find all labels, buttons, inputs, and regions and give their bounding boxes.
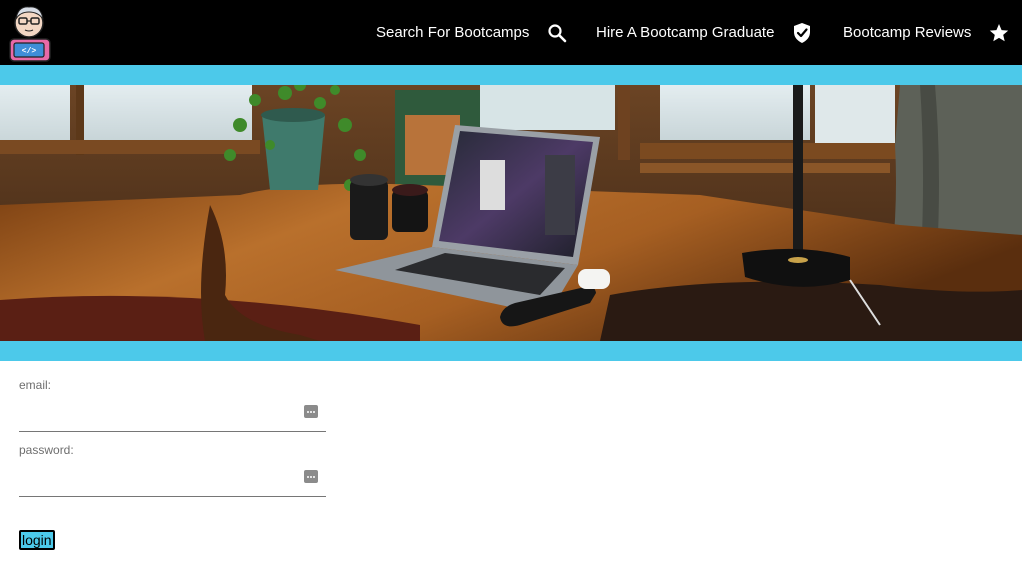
password-manager-icon[interactable]	[304, 405, 318, 418]
nav-hire-graduate-label: Hire A Bootcamp Graduate	[596, 24, 775, 41]
login-button[interactable]: login	[19, 530, 55, 550]
nav-bootcamp-reviews[interactable]: Bootcamp Reviews	[843, 0, 1009, 65]
login-form: email: password:	[19, 378, 326, 497]
shield-check-icon	[792, 22, 812, 44]
nav-search-bootcamps-label: Search For Bootcamps	[376, 24, 530, 41]
nav-search-bootcamps[interactable]: Search For Bootcamps	[376, 0, 567, 65]
password-field-wrapper	[19, 457, 326, 497]
search-icon	[547, 23, 567, 43]
developer-avatar-logo[interactable]: </>	[8, 3, 52, 63]
password-manager-icon[interactable]	[304, 470, 318, 483]
email-label: email:	[19, 378, 52, 392]
password-field[interactable]	[19, 457, 326, 496]
accent-band-top	[0, 65, 1022, 85]
star-icon	[989, 23, 1009, 43]
password-label: password:	[19, 443, 74, 457]
hero-workspace-image	[0, 85, 1022, 341]
svg-text:</>: </>	[22, 47, 37, 56]
top-navbar: </> Search For Bootcamps Hire A Bootcamp…	[0, 0, 1022, 65]
nav-hire-graduate[interactable]: Hire A Bootcamp Graduate	[596, 0, 812, 65]
email-field-wrapper	[19, 392, 326, 432]
accent-band-bottom	[0, 341, 1022, 361]
email-field[interactable]	[19, 392, 326, 431]
nav-bootcamp-reviews-label: Bootcamp Reviews	[843, 24, 972, 41]
